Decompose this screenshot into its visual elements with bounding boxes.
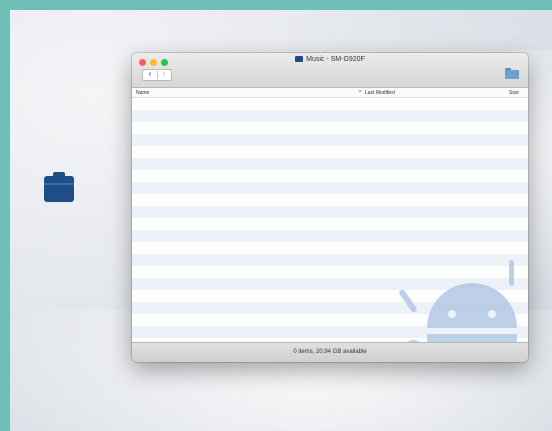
empty-row (132, 146, 528, 158)
last-modified-column-header[interactable]: Last Modified (365, 90, 395, 96)
device-icon-stripe (44, 183, 74, 185)
column-header: Name ^ Last Modified Size (132, 88, 528, 98)
empty-row (132, 158, 528, 170)
empty-row (132, 122, 528, 134)
empty-row (132, 218, 528, 230)
empty-row (132, 110, 528, 122)
new-folder-body (505, 70, 519, 79)
empty-row (132, 170, 528, 182)
size-column-header[interactable]: Size (509, 90, 519, 96)
status-text: 0 items, 20.94 GB available (293, 349, 367, 355)
empty-row (132, 134, 528, 146)
empty-row (132, 194, 528, 206)
android-watermark-icon (399, 260, 517, 342)
empty-row (132, 230, 528, 242)
sort-indicator-icon: ^ (359, 90, 362, 96)
name-column-header[interactable]: Name (136, 90, 149, 96)
back-button[interactable]: ‹ (143, 69, 158, 79)
forward-button[interactable]: › (157, 69, 171, 79)
empty-row (132, 206, 528, 218)
device-icon-label (47, 214, 71, 219)
device-icon-body (44, 176, 74, 202)
android-device-icon[interactable] (44, 172, 74, 224)
window-title: Music - SM-G920F (306, 56, 365, 63)
title-bar[interactable]: Music - SM-G920F ‹ › (132, 53, 528, 88)
empty-row (132, 182, 528, 194)
file-list[interactable] (132, 98, 528, 342)
status-bar: 0 items, 20.94 GB available (132, 342, 528, 362)
window-title-area: Music - SM-G920F (132, 56, 528, 63)
navigation-buttons: ‹ › (142, 69, 172, 81)
new-folder-icon[interactable] (505, 68, 519, 79)
empty-row (132, 98, 528, 110)
file-transfer-window: Music - SM-G920F ‹ › Name ^ Last Modifie… (132, 53, 528, 362)
title-folder-icon (295, 56, 304, 62)
